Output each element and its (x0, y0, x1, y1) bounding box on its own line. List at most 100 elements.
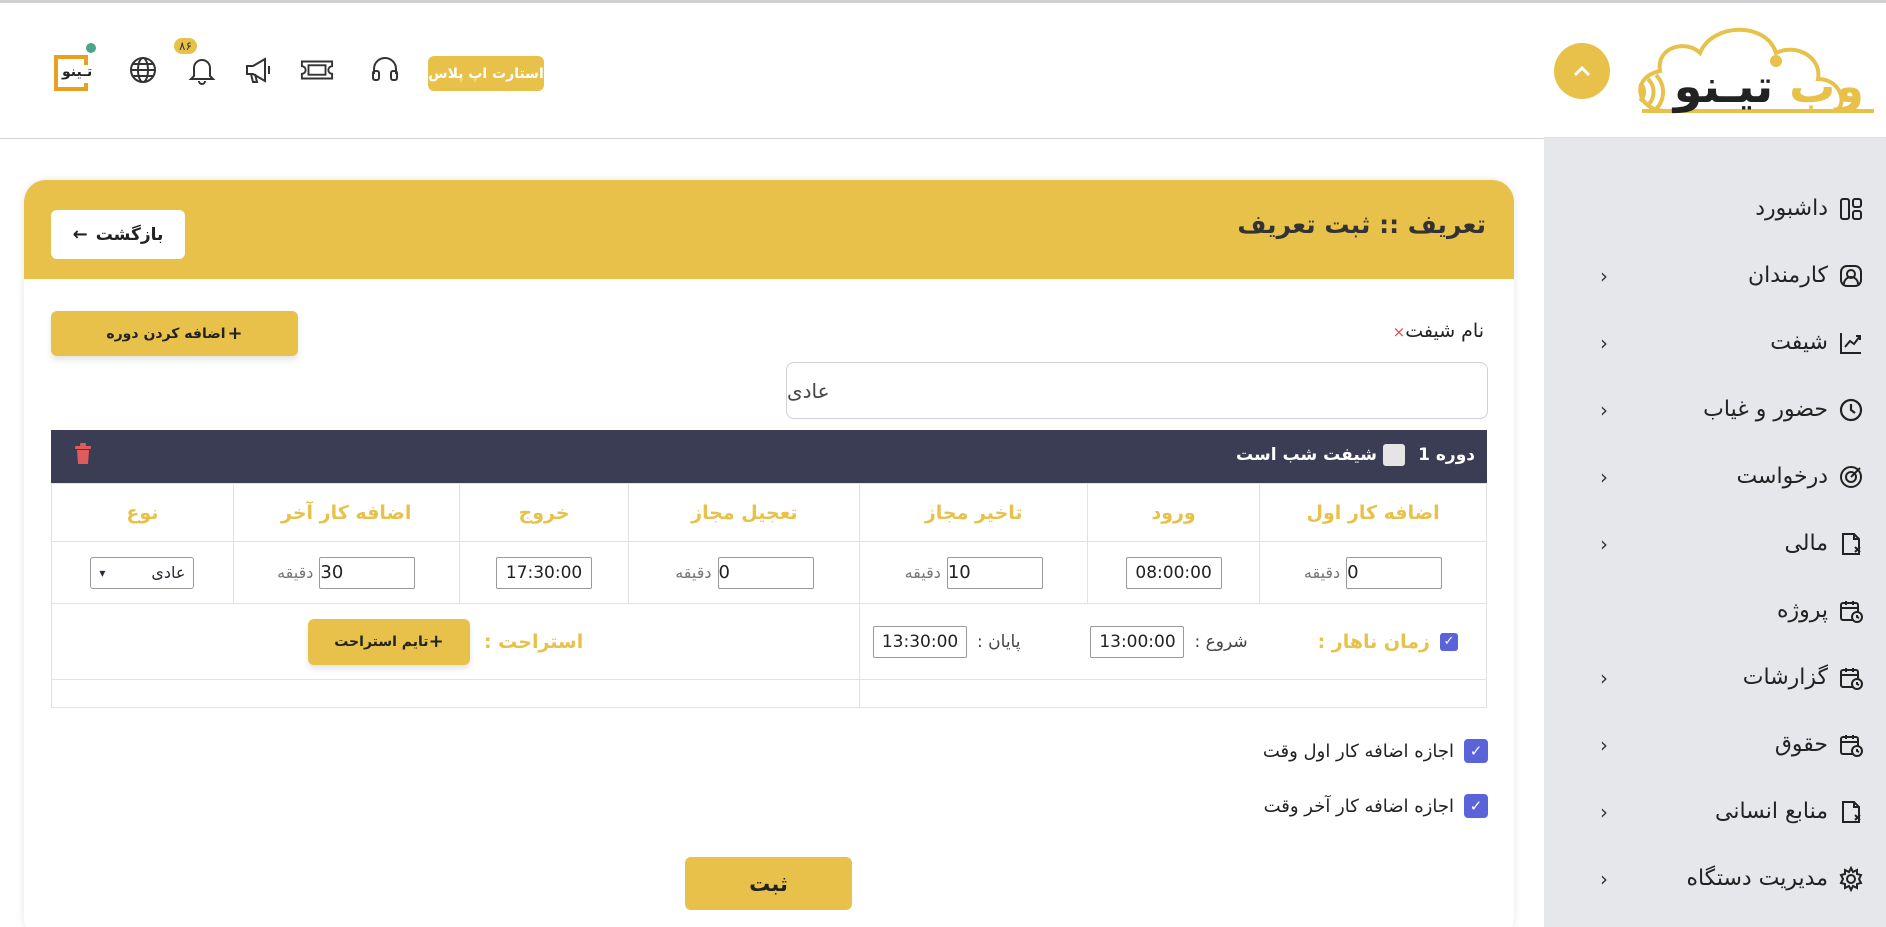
entry-time-input[interactable]: 08:00:00 (1125, 556, 1222, 589)
sidebar-item-label: منابع انسانی (1715, 799, 1828, 824)
unit-label: دقیقه (675, 563, 712, 582)
break-cell: استراحت : + تایم استراحت (50, 603, 861, 680)
chevron-left-icon: ‹ (1600, 866, 1608, 891)
brand-area: وب تیـنو (1544, 3, 1886, 138)
megaphone-icon[interactable] (242, 53, 276, 87)
empty-cell (859, 679, 1487, 708)
sidebar-item-label: شیفت (1770, 330, 1828, 355)
plus-icon: + (227, 323, 243, 344)
column-header-allowed-early: تعجیل مجاز (628, 483, 861, 542)
add-period-button[interactable]: + اضافه کردن دوره (51, 311, 298, 356)
submit-button[interactable]: ثبت (685, 857, 852, 910)
required-marker: × (1392, 323, 1406, 341)
sidebar-item-reports[interactable]: گزارشات ‹ (1544, 644, 1886, 711)
sidebar-item-label: مالی (1784, 531, 1828, 556)
allow-last-overtime-checkbox[interactable]: ✓ (1464, 794, 1488, 818)
shift-definition-card: تعریف :: ثبت تعریف بازگشت ← + اضافه کردن… (24, 180, 1514, 927)
exit-cell: 17:30:00 (458, 541, 630, 604)
allow-first-overtime-option[interactable]: ✓ اجازه اضافه کار اول وقت (1263, 739, 1488, 763)
chevron-down-icon: ▾ (99, 565, 106, 580)
allow-first-overtime-label: اجازه اضافه کار اول وقت (1262, 740, 1454, 762)
chevron-left-icon: ‹ (1600, 464, 1608, 489)
sidebar-collapse-button[interactable] (1554, 43, 1610, 99)
night-shift-toggle[interactable]: شیفت شب است (1236, 444, 1405, 466)
logo[interactable]: وب تیـنو (1626, 17, 1876, 119)
user-avatar[interactable]: تـینو (54, 55, 100, 91)
allowed-early-input[interactable]: 0 (717, 556, 814, 589)
sidebar-item-finance[interactable]: مالی ‹ (1544, 510, 1886, 577)
sidebar-item-project[interactable]: پروژه (1544, 577, 1886, 644)
chevron-left-icon: ‹ (1600, 665, 1608, 690)
last-overtime-input[interactable]: 30 (319, 556, 416, 589)
unit-label: دقیقه (277, 563, 314, 582)
sidebar-item-dashboard[interactable]: داشبورد (1544, 175, 1886, 242)
calendar-icon (1836, 663, 1866, 693)
sidebar-item-label: پروژه (1776, 598, 1828, 623)
allow-first-overtime-checkbox[interactable]: ✓ (1464, 739, 1488, 763)
entry-cell: 08:00:00 (1087, 541, 1261, 604)
page-title: تعریف :: ثبت تعریف (1237, 210, 1486, 239)
unit-label: دقیقه (904, 563, 941, 582)
type-cell: عادی ▾ (51, 541, 234, 604)
allow-last-overtime-label: اجازه اضافه کار آخر وقت (1263, 795, 1454, 817)
sidebar-item-employees[interactable]: کارمندان ‹ (1544, 242, 1886, 309)
lunch-cell: ✓ زمان ناهار : شروع : 13:00:00 پایان : 1… (859, 603, 1487, 680)
chevron-left-icon: ‹ (1600, 799, 1608, 824)
headset-icon[interactable] (368, 53, 402, 87)
sidebar-item-hr[interactable]: منابع انسانی ‹ (1544, 778, 1886, 845)
type-select-value: عادی (151, 563, 186, 582)
first-overtime-input[interactable]: 0 (1346, 556, 1443, 589)
exit-time-input[interactable]: 17:30:00 (496, 556, 593, 589)
period-header-bar: دوره 1 شیفت شب است (51, 430, 1487, 483)
globe-icon[interactable] (126, 53, 160, 87)
trash-icon[interactable] (73, 443, 93, 469)
column-header-entry: ورود (1087, 483, 1261, 542)
sidebar-item-shift[interactable]: شیفت ‹ (1544, 309, 1886, 376)
lunch-end-input[interactable]: 13:30:00 (873, 625, 968, 658)
type-select[interactable]: عادی ▾ (90, 556, 195, 589)
night-shift-checkbox[interactable] (1383, 444, 1405, 466)
add-break-label: تایم استراحت (334, 633, 429, 650)
allowed-delay-cell: 10 دقیقه (859, 541, 1089, 604)
dashboard-icon (1836, 194, 1866, 224)
table-footer-row (50, 679, 1487, 708)
chevron-left-icon: ‹ (1600, 330, 1608, 355)
sidebar-item-request[interactable]: درخواست ‹ (1544, 443, 1886, 510)
sidebar-item-device-management[interactable]: مدیریت دستگاه ‹ (1544, 845, 1886, 912)
empty-cell (50, 679, 861, 708)
allowed-early-cell: 0 دقیقه (628, 541, 861, 604)
period-table: نوع اضافه کار آخر خروج تعجیل مجاز تاخیر … (50, 483, 1487, 708)
sidebar: وب تیـنو داشبورد کارمندان ‹ شیفت ‹ حضور … (1544, 3, 1886, 927)
sidebar-item-label: درخواست (1736, 464, 1828, 489)
add-break-time-button[interactable]: + تایم استراحت (307, 618, 470, 665)
chevron-left-icon: ‹ (1600, 732, 1608, 757)
sidebar-nav: داشبورد کارمندان ‹ شیفت ‹ حضور و غیاب ‹ … (1544, 175, 1886, 912)
sidebar-item-label: داشبورد (1755, 196, 1828, 221)
ticket-icon[interactable] (300, 53, 334, 87)
lunch-start-input[interactable]: 13:00:00 (1090, 625, 1185, 658)
sidebar-item-label: گزارشات (1742, 665, 1828, 690)
back-button[interactable]: بازگشت ← (51, 210, 185, 259)
break-label: استراحت : (483, 630, 584, 653)
top-header: تـینو ۸۶ استارت اپ پلاس (0, 3, 1544, 139)
startup-plus-button[interactable]: استارت اپ پلاس (428, 56, 544, 91)
allowed-delay-input[interactable]: 10 (946, 556, 1043, 589)
calendar-icon (1836, 596, 1866, 626)
table-header-row: نوع اضافه کار آخر خروج تعجیل مجاز تاخیر … (51, 483, 1487, 542)
chevron-left-icon: ‹ (1600, 263, 1608, 288)
column-header-type: نوع (51, 483, 234, 542)
allow-last-overtime-option[interactable]: ✓ اجازه اضافه کار آخر وقت (1264, 794, 1488, 818)
arrow-left-icon: ← (72, 224, 88, 245)
bell-icon[interactable] (185, 53, 219, 87)
shift-name-label: نام شیفت× (1392, 320, 1484, 342)
lunch-break-row: استراحت : + تایم استراحت ✓ زمان ناهار : … (50, 603, 1487, 680)
sidebar-item-salary[interactable]: حقوق ‹ (1544, 711, 1886, 778)
plus-icon: + (428, 631, 444, 652)
sidebar-item-attendance[interactable]: حضور و غیاب ‹ (1544, 376, 1886, 443)
notification-badge: ۸۶ (174, 38, 197, 54)
lunch-checkbox[interactable]: ✓ (1440, 632, 1458, 651)
sidebar-item-label: کارمندان (1747, 263, 1828, 288)
unit-label: دقیقه (1303, 563, 1341, 582)
sidebar-item-label: مدیریت دستگاه (1686, 866, 1828, 891)
shift-name-input[interactable]: عادی (786, 362, 1488, 419)
